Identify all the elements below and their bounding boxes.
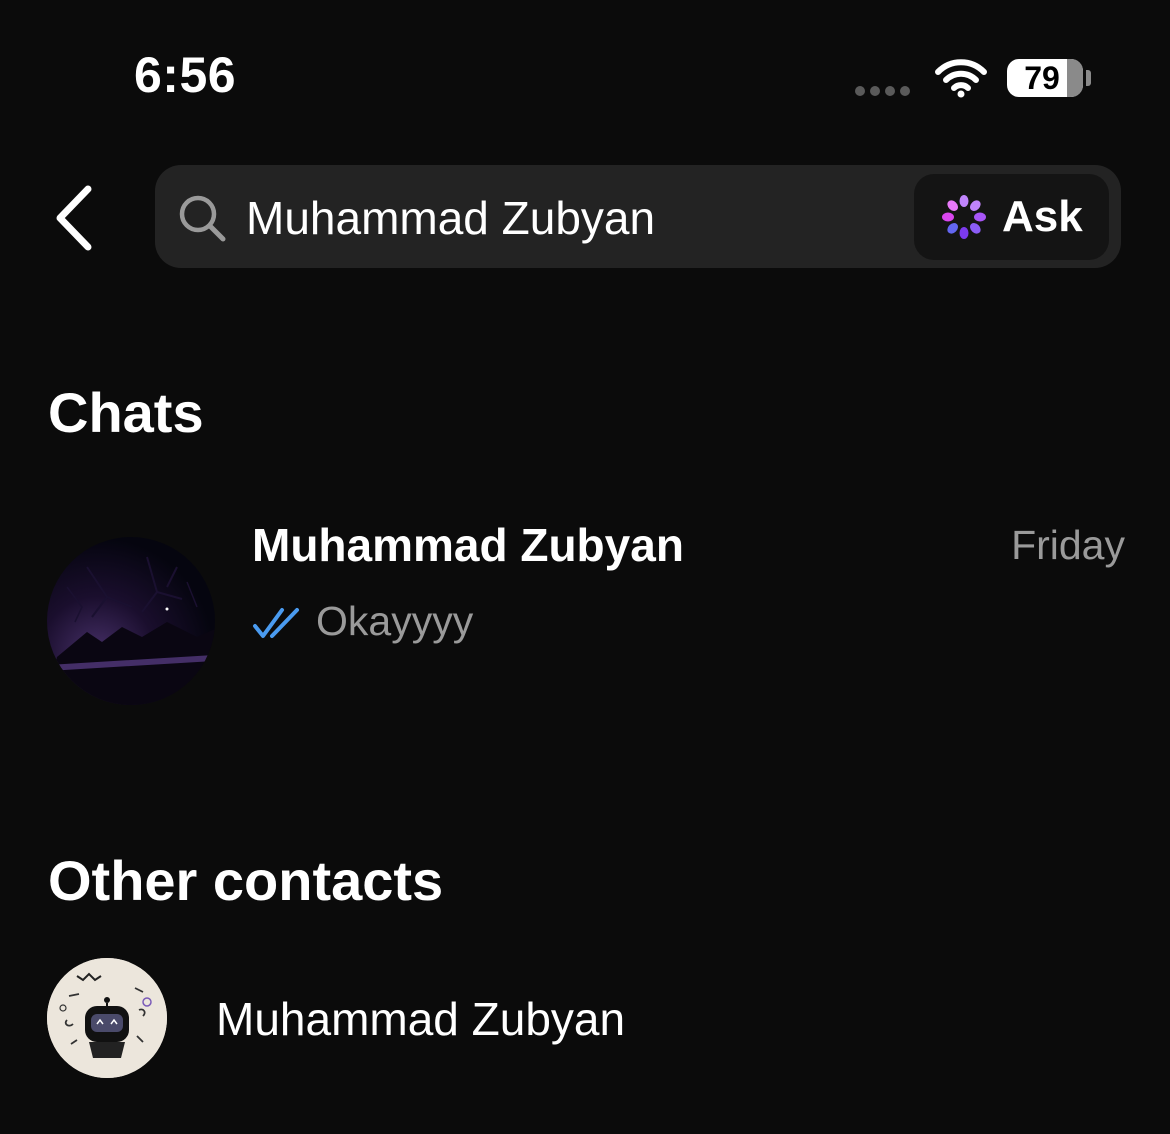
- avatar-robot-doodle-image: [47, 958, 167, 1078]
- wifi-icon: [935, 59, 987, 98]
- signal-dots-icon: [855, 86, 910, 96]
- search-icon: [179, 195, 226, 242]
- back-button[interactable]: [44, 180, 104, 256]
- search-input[interactable]: [246, 186, 886, 250]
- avatar: [47, 537, 215, 705]
- status-time: 6:56: [134, 47, 237, 103]
- battery-icon: 79: [1007, 59, 1083, 97]
- meta-ai-icon: [942, 195, 986, 239]
- chat-date: Friday: [1011, 522, 1125, 568]
- double-check-read-icon: [253, 608, 299, 638]
- chat-last-message: Okayyyy: [316, 598, 474, 644]
- ask-button[interactable]: Ask: [914, 174, 1109, 260]
- avatar: [47, 958, 167, 1078]
- ask-label: Ask: [1002, 192, 1083, 241]
- chat-name: Muhammad Zubyan: [252, 519, 684, 571]
- avatar-night-sky-image: [47, 556, 215, 705]
- chats-section-title: Chats: [48, 381, 204, 444]
- contact-name: Muhammad Zubyan: [216, 993, 626, 1045]
- battery-tip: [1086, 70, 1091, 86]
- chevron-left-icon: [56, 185, 92, 251]
- other-contacts-section-title: Other contacts: [48, 849, 444, 912]
- battery-level: 79: [1024, 59, 1060, 96]
